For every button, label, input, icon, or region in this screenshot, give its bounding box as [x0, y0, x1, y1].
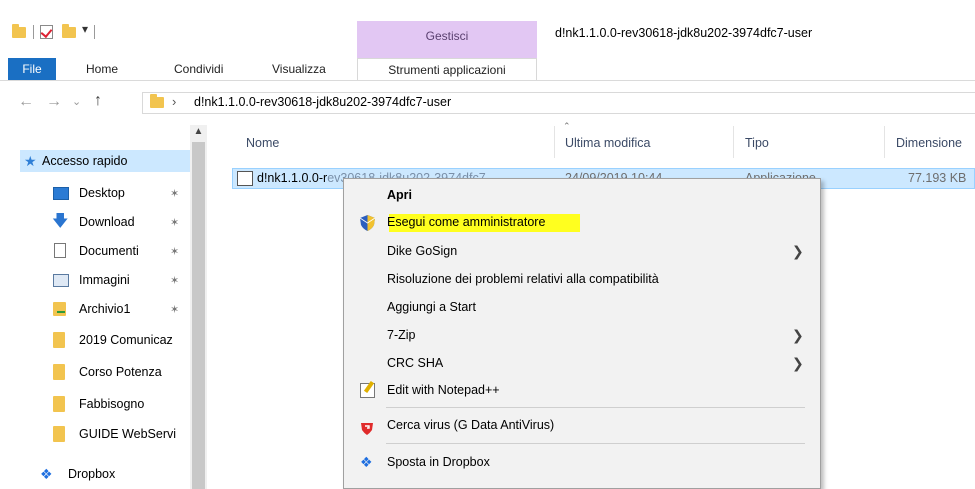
pin-icon: ✶: [170, 188, 180, 200]
pin-icon: ✶: [170, 275, 180, 287]
tab-file[interactable]: File: [8, 58, 56, 80]
folder-icon: [53, 364, 65, 380]
dropbox-icon: ❖: [40, 466, 53, 482]
customize-quick-access-icon[interactable]: ▾: [82, 22, 88, 36]
column-divider[interactable]: [733, 126, 734, 158]
notepadpp-icon: [360, 380, 375, 398]
documents-icon: [54, 243, 66, 258]
menu-dike-gosign[interactable]: Dike GoSign ❯: [346, 238, 818, 264]
network-connector: [57, 311, 65, 313]
menu-cerca-virus[interactable]: Cerca virus (G Data AntiVirus): [346, 412, 818, 438]
nav-guide-webservi[interactable]: GUIDE WebServi: [35, 423, 190, 445]
tab-home[interactable]: Home: [86, 58, 118, 80]
submenu-arrow-icon: ❯: [792, 243, 804, 259]
tab-strumenti-applicazioni[interactable]: Strumenti applicazioni: [357, 58, 537, 80]
nav-2019-comunicaz[interactable]: 2019 Comunicaz: [35, 329, 190, 351]
address-path[interactable]: d!nk1.1.0.0-rev30618-jdk8u202-3974dfc7-u…: [194, 95, 451, 109]
menu-separator: [386, 407, 805, 408]
desktop-icon: [53, 187, 69, 200]
pin-icon: ✶: [170, 304, 180, 316]
menu-crc-sha[interactable]: CRC SHA ❯: [346, 350, 818, 376]
nav-corso-potenza[interactable]: Corso Potenza: [35, 361, 190, 383]
up-arrow-icon[interactable]: ↑: [94, 92, 102, 110]
menu-risoluzione-compatibilita[interactable]: Risoluzione dei problemi relativi alla c…: [346, 266, 818, 292]
separator: [33, 25, 34, 39]
nav-scrollbar-thumb[interactable]: [192, 142, 205, 489]
network-folder-icon: [53, 302, 66, 316]
nav-desktop[interactable]: Desktop ✶: [35, 182, 190, 204]
submenu-arrow-icon: ❯: [792, 327, 804, 343]
menu-dike-label: Dike GoSign: [387, 244, 458, 258]
menu-notepad-label: Edit with Notepad++: [387, 383, 500, 397]
menu-apri[interactable]: Apri: [346, 182, 818, 208]
folder-icon: [12, 24, 26, 38]
column-divider[interactable]: [554, 126, 555, 158]
gestisci-label: Gestisci: [425, 29, 469, 43]
nav-immagini[interactable]: Immagini ✶: [35, 269, 190, 291]
menu-7zip-label: 7-Zip: [387, 328, 416, 342]
column-divider[interactable]: [884, 126, 885, 158]
gdata-shield-icon: [361, 418, 373, 435]
menu-virus-label: Cerca virus (G Data AntiVirus): [387, 418, 555, 432]
folder-icon: [53, 426, 65, 442]
menu-separator: [386, 443, 805, 444]
tab-visualizza[interactable]: Visualizza: [272, 58, 326, 80]
new-folder-icon[interactable]: [62, 24, 76, 38]
column-tipo[interactable]: Tipo: [745, 136, 769, 150]
submenu-arrow-icon: ❯: [792, 355, 804, 371]
folder-icon: [53, 396, 65, 412]
menu-edit-notepadpp[interactable]: Edit with Notepad++: [346, 377, 818, 403]
nav-quick-access[interactable]: ★ Accesso rapido: [20, 150, 190, 172]
window-title: d!nk1.1.0.0-rev30618-jdk8u202-3974dfc7-u…: [555, 26, 813, 40]
nav-download[interactable]: 🡇 Download ✶: [35, 211, 190, 233]
nav-fabbisogno[interactable]: Fabbisogno: [35, 393, 190, 415]
tab-condividi[interactable]: Condividi: [174, 58, 223, 80]
sort-ascending-icon: ⌃: [563, 121, 571, 131]
menu-esegui-come-amministratore[interactable]: Esegui come amministratore: [346, 209, 818, 235]
menu-compat-label: Risoluzione dei problemi relativi alla c…: [387, 272, 659, 286]
uac-shield-icon: [359, 214, 376, 231]
file-size: 77.193 KB: [908, 171, 967, 185]
recent-locations-icon[interactable]: ⌄: [72, 95, 81, 108]
dropbox-icon: ❖: [360, 454, 373, 470]
column-nome[interactable]: Nome: [246, 136, 279, 150]
separator: [94, 25, 95, 39]
nav-dropbox-label: Dropbox: [68, 467, 116, 481]
menu-add-start-label: Aggiungi a Start: [387, 300, 476, 314]
menu-esegui-label: Esegui come amministratore: [387, 215, 546, 229]
scroll-up-icon[interactable]: ▲: [190, 126, 207, 140]
menu-aggiungi-a-start[interactable]: Aggiungi a Start: [346, 294, 818, 320]
pictures-icon: [53, 274, 69, 287]
back-arrow-icon[interactable]: ←: [18, 93, 34, 111]
nav-guide-webservi-label: GUIDE WebServi: [79, 427, 177, 441]
pin-icon: ✶: [170, 217, 180, 229]
menu-apri-label: Apri: [387, 188, 412, 202]
nav-corso-potenza-label: Corso Potenza: [79, 365, 162, 379]
nav-fabbisogno-label: Fabbisogno: [79, 397, 145, 411]
nav-dropbox[interactable]: ❖ Dropbox: [20, 463, 190, 485]
star-icon: ★: [24, 153, 37, 169]
folder-icon: [53, 332, 65, 348]
nav-archivio1[interactable]: Archivio1 ✶: [35, 298, 190, 320]
menu-crc-label: CRC SHA: [387, 356, 444, 370]
nav-2019-comunicaz-label: 2019 Comunicaz: [79, 333, 173, 347]
file-name-visible: d!nk1.1.0.0-r: [257, 171, 328, 185]
pin-icon: ✶: [170, 246, 180, 258]
column-ultima-modifica[interactable]: Ultima modifica: [565, 136, 650, 150]
forward-arrow-icon[interactable]: →: [46, 93, 62, 111]
properties-check-icon[interactable]: [40, 25, 53, 39]
folder-icon: [150, 94, 164, 108]
nav-quick-access-label: Accesso rapido: [42, 154, 128, 168]
menu-sposta-in-dropbox[interactable]: ❖ Sposta in Dropbox: [346, 449, 818, 475]
menu-7zip[interactable]: 7-Zip ❯: [346, 322, 818, 348]
application-icon: [237, 171, 253, 186]
nav-documenti[interactable]: Documenti ✶: [35, 240, 190, 262]
download-icon: 🡇: [52, 213, 69, 230]
menu-dropbox-label: Sposta in Dropbox: [387, 455, 490, 469]
column-dimensione[interactable]: Dimensione: [896, 136, 962, 150]
chevron-right-icon[interactable]: ›: [172, 94, 176, 109]
